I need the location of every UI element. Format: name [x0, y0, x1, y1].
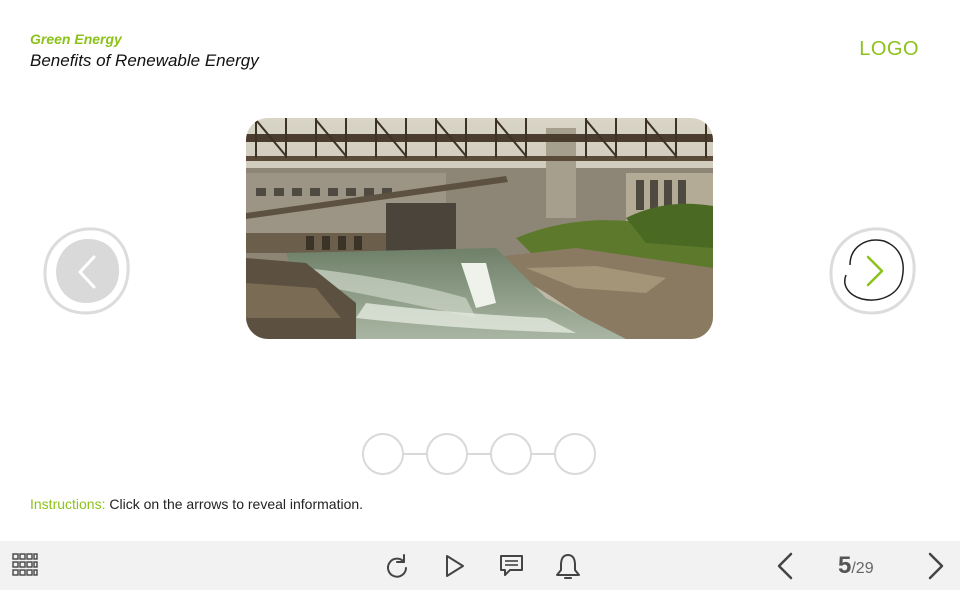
play-icon	[446, 555, 464, 577]
notes-icon	[500, 555, 523, 576]
instructions-label: Instructions:	[30, 496, 106, 512]
prev-button[interactable]	[42, 225, 132, 317]
replay-icon	[387, 554, 407, 578]
replay-button[interactable]	[382, 551, 412, 581]
chevron-left-icon	[777, 552, 793, 580]
instructions: Instructions: Click on the arrows to rev…	[30, 496, 363, 512]
menu-button[interactable]	[10, 551, 40, 581]
course-subtitle: Green Energy	[30, 31, 122, 47]
prev-page-button[interactable]	[771, 551, 801, 581]
notification-button[interactable]	[553, 551, 583, 581]
step-2[interactable]	[426, 433, 468, 475]
page-current: 5	[838, 552, 852, 579]
notes-button[interactable]	[497, 551, 527, 581]
grid-menu-icon	[12, 553, 38, 576]
chevron-right-icon	[928, 552, 944, 580]
step-3[interactable]	[490, 433, 532, 475]
instructions-text: Click on the arrows to reveal informatio…	[105, 496, 364, 512]
step-indicator	[361, 432, 601, 476]
logo: LOGO	[859, 38, 919, 60]
page-total: /29	[851, 560, 874, 577]
play-button[interactable]	[440, 551, 470, 581]
hydroelectric-dam-photo	[246, 118, 713, 339]
page-counter: 5/29	[838, 552, 874, 580]
chevron-left-icon	[43, 227, 130, 315]
step-1[interactable]	[362, 433, 404, 475]
bottom-toolbar: 5/29	[0, 541, 960, 590]
slide-title: Benefits of Renewable Energy	[30, 51, 259, 70]
next-page-button[interactable]	[920, 551, 950, 581]
bell-icon	[556, 554, 580, 579]
chevron-right-icon	[829, 227, 916, 315]
step-4[interactable]	[554, 433, 596, 475]
next-button[interactable]	[828, 225, 918, 317]
